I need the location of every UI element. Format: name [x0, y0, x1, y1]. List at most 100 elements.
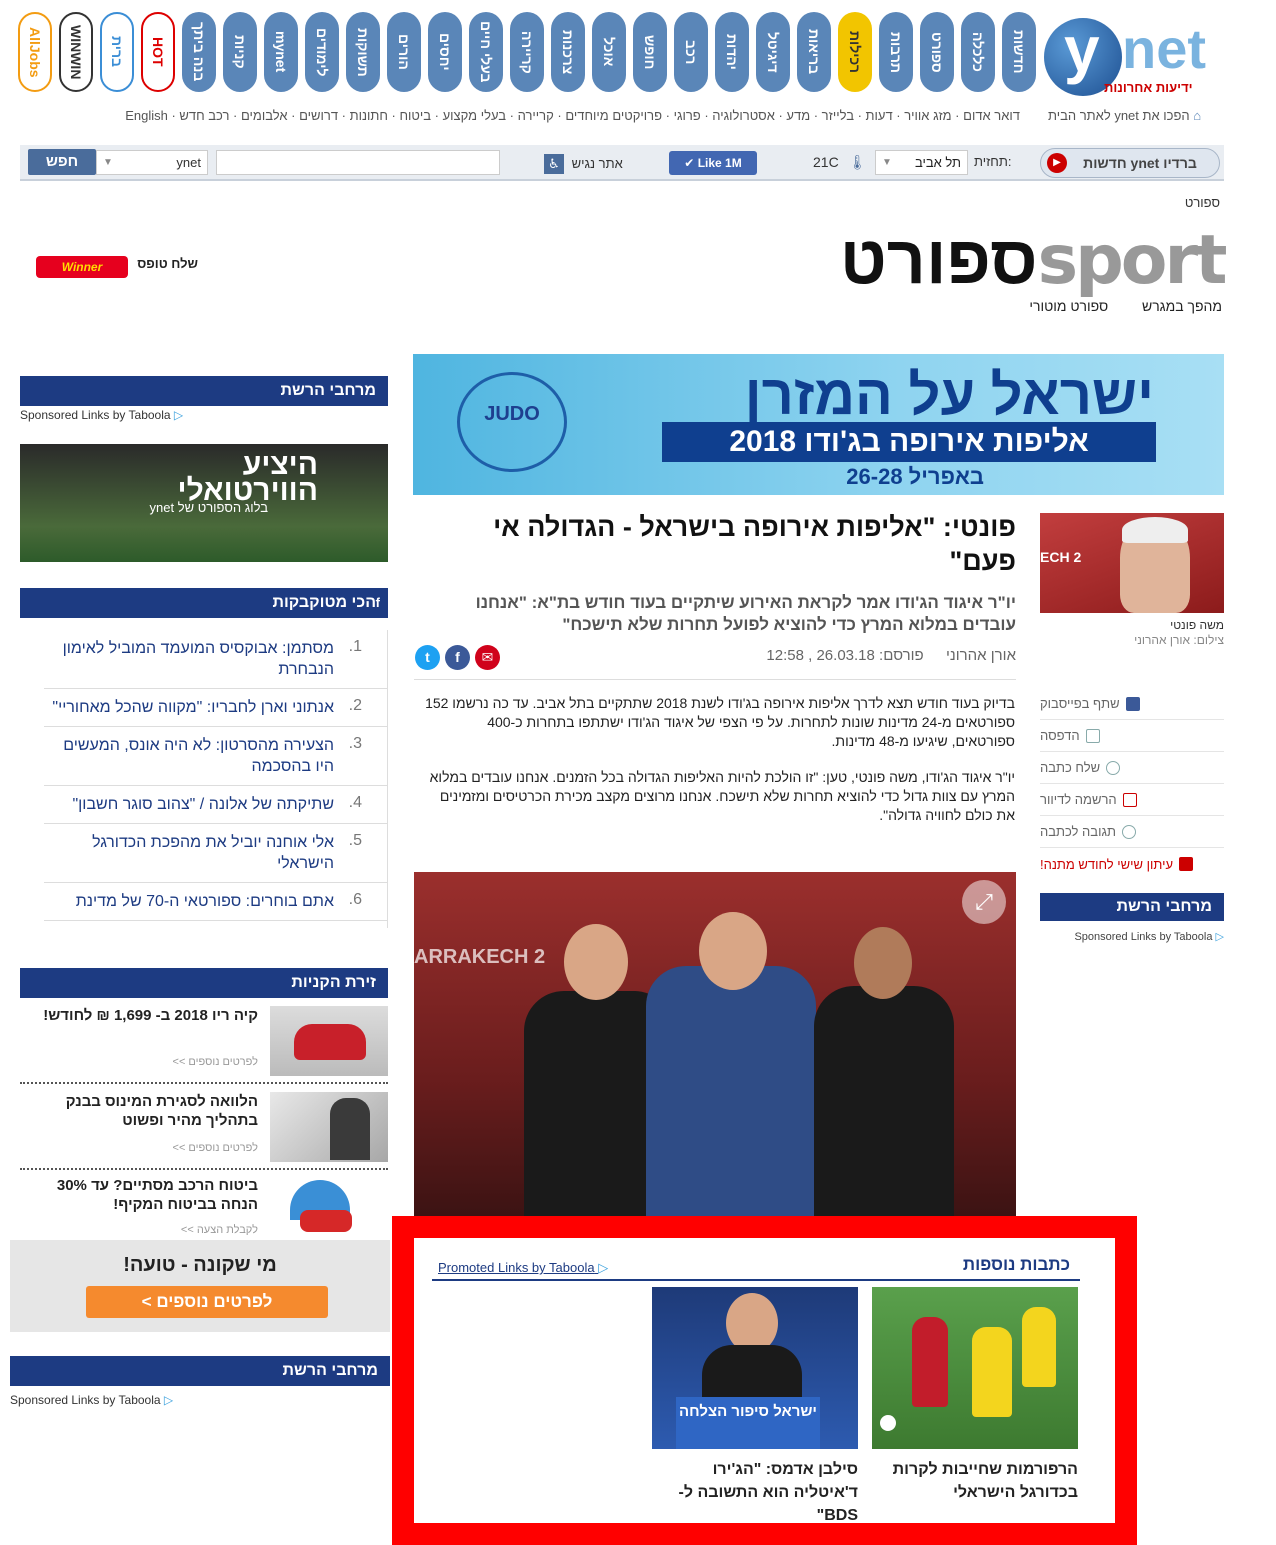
author-caption: משה פונטי צילום: אורן אהרוני [1040, 618, 1224, 648]
nav-site-item[interactable]: WINWIN [59, 12, 93, 92]
speaker-card-image[interactable]: ישראל סיפור הצלחה [652, 1287, 858, 1449]
shop-item-more[interactable]: לפרטים נוספים >> [173, 1142, 258, 1154]
top-read-title[interactable]: אנתוני וארן לחבריו: "מקווה שהכל מאחוריי" [44, 697, 334, 718]
buy-ad-banner[interactable]: מי שקונה - טועה! לפרטים נוספים > [10, 1240, 390, 1332]
facebook-icon: f [375, 595, 380, 610]
email-icon[interactable]: ✉ [475, 645, 500, 670]
search-scope-value: ynet [176, 155, 201, 170]
virtual-stands-ad[interactable]: היציע הווירטואלי בלוג הספורט של ynet [20, 444, 388, 562]
football-card-image[interactable] [872, 1287, 1078, 1449]
top-read-title[interactable]: אלי אוחנה יוביל את מהפכת הכדורגל הישראלי [44, 832, 334, 874]
nav-site-item[interactable]: ספורט [920, 12, 954, 92]
article-main-photo[interactable]: ARRAKECH 2 [414, 872, 1016, 1216]
top-read-number: 4. [348, 794, 362, 811]
top-read-item[interactable]: 3. הצעירה מהסרטון: לא היה אונס, המעשים הי… [44, 727, 387, 786]
sub-nav-links[interactable]: דואר אדום · מזג אוויר · דעות · בלייזר · … [60, 108, 1020, 123]
author-name[interactable]: אורן אהרוני [946, 647, 1016, 664]
newsletter-link[interactable]: הרשמה לדיוור [1040, 784, 1224, 816]
nav-site-item[interactable]: יהדות [715, 12, 749, 92]
card-title[interactable]: הרפורמות שחייבות לקרות בכדורגל הישראלי [872, 1458, 1078, 1504]
shop-item[interactable]: ביטוח הרכב מסתיים? עד 30% הנחה בביטוח המ… [20, 1176, 388, 1238]
share-facebook-link[interactable]: שתף בפייסבוק [1040, 688, 1224, 720]
buy-ad-question: מי שקונה - טועה! [123, 1254, 277, 1276]
nav-site-item[interactable]: mynet [264, 12, 298, 92]
radio-button[interactable]: ▶ חדשות ynet ברדיו [1040, 148, 1220, 178]
nav-site-item[interactable]: בריאות [797, 12, 831, 92]
nav-site-item[interactable]: תרבות [879, 12, 913, 92]
top-read-item[interactable]: 1. מסתמן: אבוקסיס המועמד המוביל לאימון הנ… [44, 630, 387, 689]
shop-item[interactable]: קיה ריו 2018 ב- 1,699 ₪ לחודש! לפרטים נו… [20, 1006, 388, 1084]
nav-site-item[interactable]: יחסים [428, 12, 462, 92]
nav-site-item[interactable]: AllJobs [18, 12, 52, 92]
nav-site-item[interactable]: רכילות [838, 12, 872, 92]
nav-site-item[interactable]: הורים [387, 12, 421, 92]
home-page-link[interactable]: ⌂ הפכו את ynet לאתר הבית [1048, 108, 1201, 123]
top-read-item[interactable]: 6. אתם בוחרים: ספורטאי ה-70 של מדינת [44, 883, 387, 921]
twitter-icon[interactable]: t [415, 645, 440, 670]
city-select[interactable]: ▼ תל אביב [875, 150, 968, 175]
search-scope-select[interactable]: ▼ ynet [96, 150, 208, 175]
article-tools: שתף בפייסבוק הדפסה שלח כתבה הרשמה לדיוור… [1040, 688, 1224, 880]
top-read-title[interactable]: מסתמן: אבוקסיס המועמד המוביל לאימון הנבח… [44, 638, 334, 680]
nav-site-item[interactable]: דיגיטל [756, 12, 790, 92]
shop-item[interactable]: הלוואה לסגירת המינוס בבנק בתהליך מהיר ופ… [20, 1092, 388, 1170]
shop-item-more[interactable]: לפרטים נוספים >> [173, 1056, 258, 1068]
nav-site-item[interactable]: בנה ביתך [182, 12, 216, 92]
buy-ad-button[interactable]: לפרטים נוספים > [86, 1286, 328, 1318]
nav-site-item[interactable]: תשוקות [346, 12, 380, 92]
sport-section-logo[interactable]: ספורטsport [840, 224, 1228, 297]
nav-site-item[interactable]: צרכנות [551, 12, 585, 92]
nav-site-item[interactable]: ברית [100, 12, 134, 92]
comment-link[interactable]: תגובה לכתבה [1040, 816, 1224, 848]
send-article-link[interactable]: שלח כתבה [1040, 752, 1224, 784]
shop-item-more[interactable]: לקבלת הצעה >> [181, 1224, 258, 1236]
share-icons: t f ✉ [415, 645, 500, 670]
top-read-title[interactable]: הצעירה מהסרטון: לא היה אונס, המעשים היו … [44, 735, 334, 777]
promoted-links[interactable]: Promoted Links by Taboola ▷ [438, 1260, 608, 1276]
nav-site-item[interactable]: קריירה [510, 12, 544, 92]
facebook-like-button[interactable]: ✔ Like 1M [669, 151, 757, 175]
left-taboola-1[interactable]: Sponsored Links by Taboola ▷ [20, 408, 388, 422]
player-yellow [972, 1327, 1012, 1417]
radio-label: חדשות ynet ברדיו [1083, 155, 1197, 171]
nav-site-item[interactable]: רכב [674, 12, 708, 92]
player-red [912, 1317, 948, 1407]
nav-site-item[interactable]: אוכל [592, 12, 626, 92]
section-link-1[interactable]: מהפך במגרש [1142, 298, 1222, 314]
card-title[interactable]: סילבן אדמס: "הג'ירו ד'איטליה הוא התשובה … [652, 1458, 858, 1527]
top-read-item[interactable]: 2. אנתוני וארן לחבריו: "מקווה שהכל מאחורי… [44, 689, 387, 727]
taboola-icon: ▷ [173, 408, 184, 422]
top-read-item[interactable]: 4. שתיקתה של אלונה / "צהוב סוגר חשבון" [44, 786, 387, 824]
right-rail-taboola[interactable]: Sponsored Links by Taboola ▷ [1040, 930, 1224, 943]
nav-site-item[interactable]: כלכלה [961, 12, 995, 92]
top-read-title[interactable]: שתיקתה של אלונה / "צהוב סוגר חשבון" [44, 794, 334, 815]
expand-icon[interactable]: ⤢ [962, 880, 1006, 924]
top-read-item[interactable]: 5. אלי אוחנה יוביל את מהפכת הכדורגל הישרא… [44, 824, 387, 883]
ynet-logo[interactable]: y net ידיעות אחרונות [1040, 13, 1225, 100]
winner-send-form[interactable]: שלח טופס Winner [36, 256, 198, 278]
judo-banner-ad[interactable]: ישראל על המזרן אליפות אירופה בג'ודו 2018… [413, 354, 1224, 495]
facebook-icon[interactable]: f [445, 645, 470, 670]
nav-site-item[interactable]: בעלי חיים [469, 12, 503, 92]
photo-backdrop-text: ARRAKECH 2 [414, 946, 546, 968]
breadcrumb[interactable]: ספורט [1150, 195, 1220, 210]
section-link-2[interactable]: ספורט מוטורי [1029, 298, 1108, 314]
print-link[interactable]: הדפסה [1040, 720, 1224, 752]
winner-logo: Winner [36, 256, 128, 278]
nav-site-item[interactable]: HOT [141, 12, 175, 92]
top-read-title[interactable]: אתם בוחרים: ספורטאי ה-70 של מדינת [44, 891, 334, 912]
printer-icon [1085, 728, 1100, 743]
nav-site-item[interactable]: לימודים [305, 12, 339, 92]
left-taboola-2[interactable]: Sponsored Links by Taboola ▷ [10, 1393, 378, 1407]
search-input[interactable] [216, 150, 500, 175]
player-yellow-2 [1022, 1307, 1056, 1387]
nav-site-item[interactable]: חופש [633, 12, 667, 92]
nav-site-item[interactable]: חדשות [1002, 12, 1036, 92]
shop-item-title: הלוואה לסגירת המינוס בבנק בתהליך מהיר ופ… [65, 1093, 258, 1129]
published-date: 26.03.18 , 12:58 [766, 647, 875, 664]
free-newspaper-link[interactable]: עיתון שישי לחודש מתנה! [1040, 848, 1224, 880]
search-button[interactable]: חפש [28, 149, 96, 175]
nav-site-item[interactable]: קניות [223, 12, 257, 92]
accessibility-link[interactable]: אתר נגיש ♿ [544, 154, 623, 174]
forecast-label: תחזית: [974, 154, 1012, 169]
